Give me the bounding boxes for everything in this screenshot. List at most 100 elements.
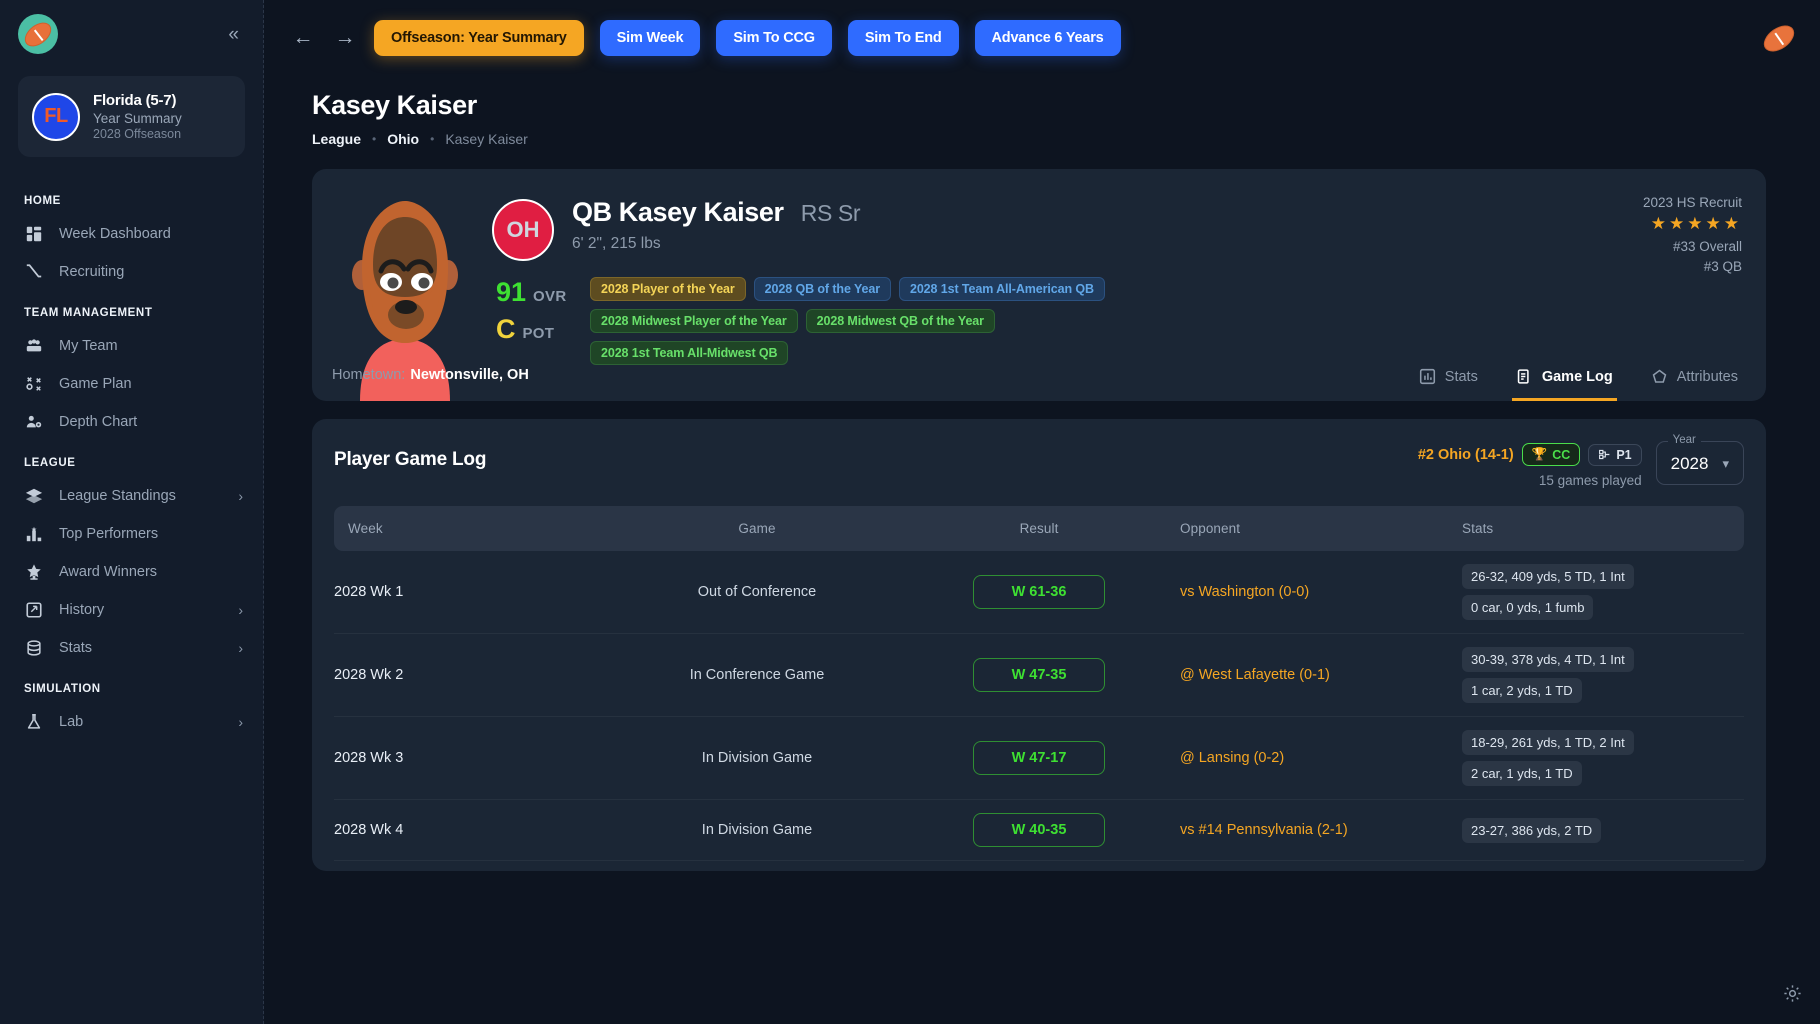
offseason-year-summary-button[interactable]: Offseason: Year Summary [374, 20, 584, 56]
player-details: OH QB Kasey Kaiser RS Sr 6' 2", 215 lbs … [492, 169, 1742, 401]
sidebar-item-game-plan[interactable]: Game Plan [0, 365, 263, 403]
flask-icon [24, 712, 44, 732]
table-row[interactable]: 2028 Wk 1Out of ConferenceW 61-36vs Wash… [334, 551, 1744, 634]
cell-opponent[interactable]: @ Lansing (0-2) [1180, 717, 1462, 800]
cell-opponent[interactable]: vs #14 Pennsylvania (2-1) [1180, 800, 1462, 861]
table-row[interactable]: 2028 Wk 5Out of ConferenceW 55-38@ Syrac… [334, 861, 1744, 872]
tab-attributes[interactable]: Attributes [1647, 358, 1742, 401]
history-icon [24, 600, 44, 620]
advance-6-years-button[interactable]: Advance 6 Years [975, 20, 1121, 56]
cell-result: W 47-17 [898, 717, 1180, 800]
player-position-and-name: QB Kasey Kaiser [572, 197, 791, 227]
app-logo-icon [18, 14, 58, 54]
sidebar-item-award-winners[interactable]: Award Winners [0, 553, 263, 591]
cell-game-type: In Division Game [616, 800, 898, 861]
sidebar-item-week-dashboard[interactable]: Week Dashboard [0, 215, 263, 253]
award-badge: 2028 1st Team All-Midwest QB [590, 341, 788, 365]
game-log-table-head: Week Game Result Opponent Stats [334, 506, 1744, 551]
potential-rating-value: C [496, 314, 516, 345]
playoff-badge-label: P1 [1616, 448, 1631, 462]
sidebar-item-recruiting[interactable]: Recruiting [0, 253, 263, 291]
cell-opponent[interactable]: vs Washington (0-0) [1180, 551, 1462, 634]
recruit-star-rating: ★★★★★ [1643, 214, 1742, 234]
column-game: Game [616, 506, 898, 551]
breadcrumb-team[interactable]: Ohio [387, 131, 419, 147]
cell-stats: 30-39, 378 yds, 4 TD, 1 Int1 car, 2 yds,… [1462, 634, 1744, 717]
player-team-badge: OH [492, 199, 554, 261]
page-title: Kasey Kaiser [312, 90, 1766, 121]
breadcrumb-league[interactable]: League [312, 131, 361, 147]
player-measurements: 6' 2", 215 lbs [572, 235, 860, 253]
cell-week: 2028 Wk 2 [334, 634, 616, 717]
potential-rating-label: POT [523, 325, 555, 342]
sim-week-button[interactable]: Sim Week [600, 20, 701, 56]
forward-icon[interactable]: → [332, 26, 358, 50]
tab-game-log[interactable]: Game Log [1512, 358, 1617, 401]
cell-stats: 23-27, 386 yds, 2 TD [1462, 800, 1744, 861]
database-icon [24, 638, 44, 658]
stat-chip: 23-27, 386 yds, 2 TD [1462, 818, 1601, 843]
year-select[interactable]: Year 2028 ▾ [1656, 441, 1744, 485]
sidebar-item-label: History [59, 602, 223, 618]
game-log-header: Player Game Log #2 Ohio (14-1) 🏆 CC [334, 441, 1744, 488]
player-awards-list: 2028 Player of the Year2028 QB of the Ye… [590, 277, 1150, 365]
sidebar-item-lab[interactable]: Lab› [0, 703, 263, 741]
result-pill: W 47-35 [973, 658, 1105, 692]
cell-week: 2028 Wk 3 [334, 717, 616, 800]
conference-champ-badge[interactable]: 🏆 CC [1522, 443, 1581, 466]
chevron-right-icon: › [238, 602, 243, 618]
settings-gear-button[interactable] [1783, 984, 1802, 1008]
year-select-value: 2028 [1671, 454, 1709, 474]
breadcrumb-current: Kasey Kaiser [445, 131, 527, 147]
cell-game-type: Out of Conference [616, 861, 898, 872]
playbook-icon [24, 374, 44, 394]
table-row[interactable]: 2028 Wk 4In Division GameW 40-35vs #14 P… [334, 800, 1744, 861]
playoff-badge[interactable]: P1 [1588, 444, 1641, 466]
sidebar-item-stats[interactable]: Stats› [0, 629, 263, 667]
breadcrumb-separator: • [372, 132, 376, 146]
sidebar-item-label: Recruiting [59, 264, 243, 280]
sidebar-item-league-standings[interactable]: League Standings› [0, 477, 263, 515]
stat-chip: 18-29, 261 yds, 1 TD, 2 Int [1462, 730, 1634, 755]
nav-section-title: HOME [0, 179, 263, 215]
stat-chip: 0 car, 0 yds, 1 fumb [1462, 595, 1593, 620]
games-played-count: 15 games played [1418, 473, 1642, 488]
cell-opponent[interactable]: @ Syracuse (2-2) [1180, 861, 1462, 872]
cell-stats: 26-32, 409 yds, 5 TD, 1 Int0 car, 0 yds,… [1462, 551, 1744, 634]
hometown-label: Hometown: [332, 367, 405, 383]
top-toolbar: ← → Offseason: Year Summary Sim Week Sim… [264, 0, 1820, 76]
recruiting-icon [24, 262, 44, 282]
current-team-card[interactable]: FL Florida (5-7) Year Summary 2028 Offse… [18, 76, 245, 157]
table-row[interactable]: 2028 Wk 2In Conference Game W 47-35 @ West… [334, 634, 1744, 717]
cell-opponent[interactable]: @ West Lafayette (0-1) [1180, 634, 1462, 717]
back-icon[interactable]: ← [290, 26, 316, 50]
award-badge: 2028 QB of the Year [754, 277, 891, 301]
table-row[interactable]: 2028 Wk 3In Division GameW 47-17@ Lansin… [334, 717, 1744, 800]
cell-game-type: Out of Conference [616, 551, 898, 634]
player-hometown: Hometown:Newtonsville, OH [332, 367, 529, 383]
nav-section-title: SIMULATION [0, 667, 263, 703]
cell-game-type: In Division Game [616, 717, 898, 800]
sidebar-item-depth-chart[interactable]: Depth Chart [0, 403, 263, 441]
document-icon [1516, 368, 1533, 385]
team-logo-avatar: FL [32, 93, 80, 141]
recruit-info: 2023 HS Recruit ★★★★★ #33 Overall #3 QB [1643, 195, 1742, 274]
nav-section-title: LEAGUE [0, 441, 263, 477]
cell-game-type: In Conference Game [616, 634, 898, 717]
sidebar-item-history[interactable]: History › [0, 591, 263, 629]
sim-to-end-button[interactable]: Sim To End [848, 20, 959, 56]
tab-stats[interactable]: Stats [1415, 358, 1482, 401]
tab-attributes-label: Attributes [1677, 369, 1738, 385]
layers-icon [24, 486, 44, 506]
overall-rating-label: OVR [533, 288, 566, 305]
player-game-log-card: Player Game Log #2 Ohio (14-1) 🏆 CC [312, 419, 1766, 871]
trophy-icon: 🏆 [1532, 447, 1548, 462]
column-opponent: Opponent [1180, 506, 1462, 551]
depth-chart-icon [24, 412, 44, 432]
sidebar-item-top-performers[interactable]: Top Performers [0, 515, 263, 553]
sidebar-item-my-team[interactable]: My Team [0, 327, 263, 365]
cell-result: W 40-35 [898, 800, 1180, 861]
page-content: Kasey Kaiser League • Ohio • Kasey Kaise… [264, 76, 1820, 1024]
sim-to-ccg-button[interactable]: Sim To CCG [716, 20, 832, 56]
sidebar-collapse-button[interactable]: « [222, 21, 243, 48]
